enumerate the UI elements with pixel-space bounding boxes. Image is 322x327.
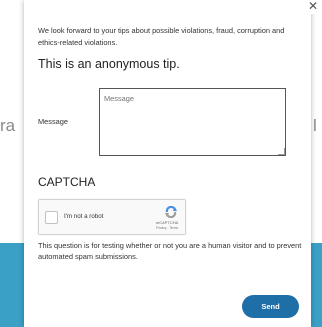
close-icon[interactable]: ✕ <box>304 0 322 14</box>
recaptcha-label: I'm not a robot <box>64 213 104 220</box>
background-text-right: l <box>313 116 317 135</box>
captcha-title: CAPTCHA <box>38 175 96 189</box>
recaptcha-widget: I'm not a robot reCAPTCHA Privacy - Term… <box>38 199 186 235</box>
background-text-left: ra <box>0 116 16 135</box>
send-button[interactable]: Send <box>242 295 299 318</box>
recaptcha-logo-icon <box>165 206 177 218</box>
modal-heading: This is an anonymous tip. <box>38 57 180 71</box>
captcha-description: This question is for testing whether or … <box>38 241 302 261</box>
recaptcha-checkbox[interactable] <box>45 211 58 224</box>
recaptcha-terms-link[interactable]: Privacy - Terms <box>150 226 184 230</box>
recaptcha-brand: reCAPTCHA <box>155 220 179 225</box>
message-label: Message <box>38 117 68 126</box>
resize-handle-icon[interactable] <box>278 148 285 155</box>
message-textarea[interactable] <box>99 88 286 156</box>
intro-text: We look forward to your tips about possi… <box>38 26 285 47</box>
anonymous-tip-modal: We look forward to your tips about possi… <box>24 0 311 327</box>
background-band-left <box>0 243 24 327</box>
